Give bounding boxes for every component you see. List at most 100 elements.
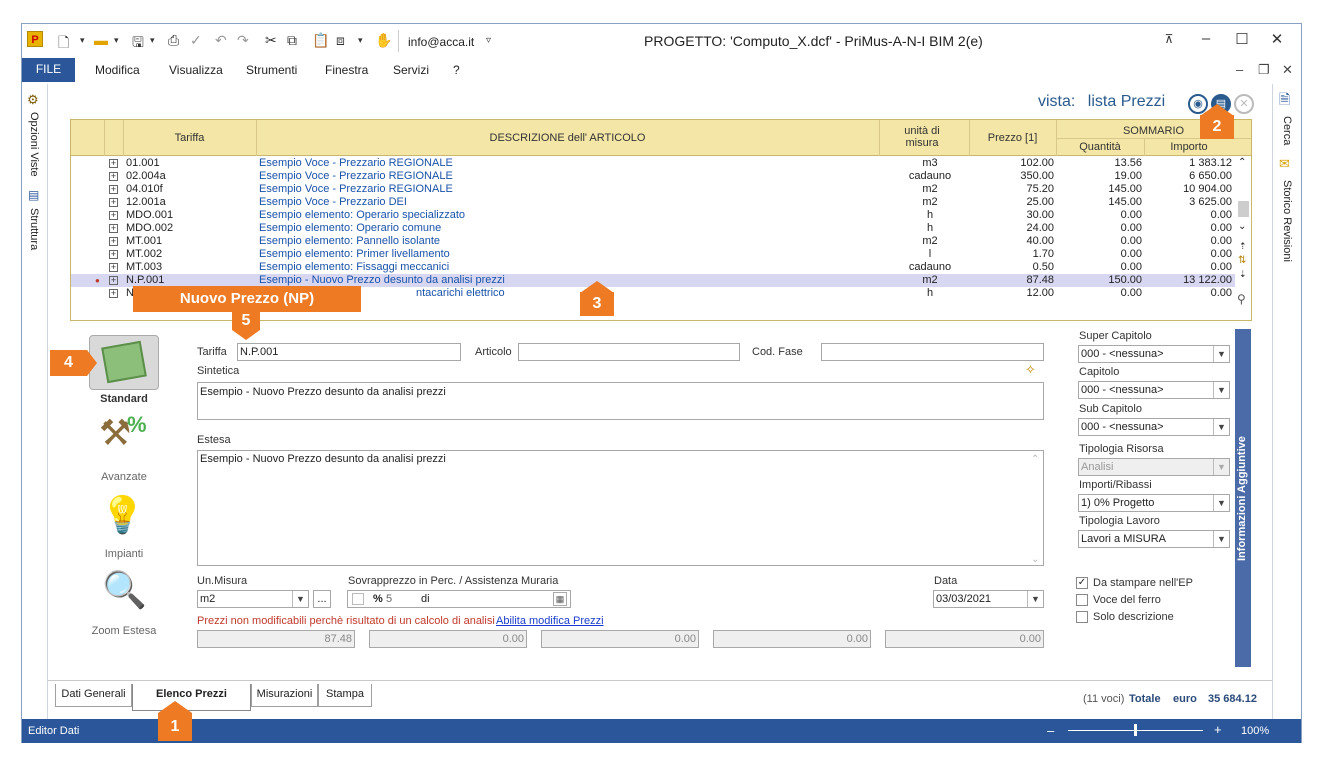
grid-row[interactable]: +12.001a Esempio Voce - Prezzario DEI m2 25… xyxy=(71,196,1235,209)
tariffa-input[interactable]: N.P.001 xyxy=(237,343,461,361)
expand-icon[interactable]: + xyxy=(109,159,118,168)
sintetica-textarea[interactable]: Esempio - Nuovo Prezzo desunto da analis… xyxy=(197,382,1044,420)
save-icon[interactable]: 🖫 xyxy=(132,32,144,56)
undo-icon[interactable]: ↶ xyxy=(215,32,227,49)
header-descrizione[interactable]: DESCRIZIONE dell' ARTICOLO xyxy=(256,132,879,144)
structure-icon[interactable]: ▤ xyxy=(28,188,39,202)
header-unita[interactable]: unità di misura xyxy=(887,125,957,149)
expand-icon[interactable]: + xyxy=(109,289,118,298)
expand-icon[interactable]: + xyxy=(109,224,118,233)
touch-mode-icon[interactable]: ✋ xyxy=(375,32,392,49)
sub-capitolo-select[interactable]: 000 - <nessuna> ▼ xyxy=(1078,418,1230,436)
expand-icon[interactable]: + xyxy=(109,250,118,259)
maximize-button[interactable]: ☐ xyxy=(1232,30,1252,48)
cod-fase-input[interactable] xyxy=(821,343,1044,361)
capitolo-select[interactable]: 000 - <nessuna> ▼ xyxy=(1078,381,1230,399)
view-selector[interactable]: vista: lista Prezzi xyxy=(1038,93,1165,111)
paste-dropdown-icon[interactable]: ▾ xyxy=(358,35,363,46)
chevron-down-icon[interactable]: ▼ xyxy=(1213,419,1229,435)
stampare-ep-checkbox[interactable]: ✓ xyxy=(1076,577,1088,589)
chevron-down-icon[interactable]: ▼ xyxy=(1213,382,1229,398)
zoom-out-icon[interactable]: – xyxy=(1047,723,1054,738)
estesa-scroll-down-icon[interactable]: ⌄ xyxy=(1031,554,1039,565)
close-button[interactable]: ✕ xyxy=(1267,30,1287,48)
grid-row[interactable]: + MT.003 Esempio elemento: Fissaggi meccan… xyxy=(71,261,1235,274)
search-panel-icon[interactable]: 🗎 xyxy=(1279,89,1290,113)
redo-icon[interactable]: ↷ xyxy=(237,32,249,49)
open-folder-icon[interactable]: ▬ xyxy=(94,32,108,48)
zoom-level[interactable]: 100% xyxy=(1241,725,1269,737)
view-options-icon[interactable]: ⚙ xyxy=(27,92,39,108)
paste-special-icon[interactable]: ⧈ xyxy=(336,32,345,49)
header-tariffa[interactable]: Tariffa xyxy=(123,132,256,144)
grid-row[interactable]: +04.010f Esempio Voce - Prezzario REGIONA… xyxy=(71,183,1235,196)
estesa-scroll-up-icon[interactable]: ⌃ xyxy=(1031,454,1039,465)
chevron-down-icon[interactable]: ▼ xyxy=(1213,346,1229,362)
open-dropdown-icon[interactable]: ▾ xyxy=(114,35,119,46)
grid-row[interactable]: +02.004a Esempio Voce - Prezzario REGIONA… xyxy=(71,170,1235,183)
save-dropdown-icon[interactable]: ▾ xyxy=(150,35,155,46)
super-capitolo-select[interactable]: 000 - <nessuna> ▼ xyxy=(1078,345,1230,363)
menu-servizi[interactable]: Servizi xyxy=(393,63,429,77)
expand-icon[interactable]: + xyxy=(109,237,118,246)
sovrapprezzo-value[interactable]: 5 xyxy=(386,591,392,607)
scroll-down-icon[interactable]: ⌄ xyxy=(1238,221,1246,232)
expand-icon[interactable]: + xyxy=(109,276,118,285)
zoom-in-icon[interactable]: + xyxy=(1214,722,1222,737)
opzioni-viste-tab[interactable]: Opzioni Viste xyxy=(28,112,40,177)
info-aggiuntive-panel-tab[interactable]: Informazioni Aggiuntive xyxy=(1235,329,1251,667)
tab-dati-generali[interactable]: Dati Generali xyxy=(55,684,132,707)
menu-help[interactable]: ? xyxy=(453,63,460,77)
zoom-search-icon[interactable]: ⚲ xyxy=(1237,292,1246,306)
tab-misurazioni[interactable]: Misurazioni xyxy=(251,684,318,707)
new-dropdown-icon[interactable]: ▾ xyxy=(80,35,85,46)
chevron-down-icon[interactable]: ▼ xyxy=(1213,531,1229,547)
zoom-magnifier-icon[interactable]: 🔍 xyxy=(102,569,147,611)
zoom-slider-thumb[interactable] xyxy=(1134,724,1137,736)
expand-icon[interactable]: + xyxy=(109,172,118,181)
sovrapprezzo-checkbox[interactable] xyxy=(352,593,364,605)
calculator-icon[interactable]: ▦ xyxy=(553,592,567,606)
enable-price-edit-link[interactable]: Abilita modifica Prezzi xyxy=(496,615,604,627)
mdi-restore-icon[interactable]: ❐ xyxy=(1258,62,1270,78)
header-importo[interactable]: Importo xyxy=(1144,141,1234,153)
importi-ribassi-select[interactable]: 1) 0% Progetto ▼ xyxy=(1078,494,1230,512)
spellcheck-icon[interactable]: ✓ xyxy=(190,32,202,49)
file-menu-button[interactable]: FILE xyxy=(22,58,75,82)
move-up-icon[interactable]: ⇡ xyxy=(1239,241,1247,252)
menu-visualizza[interactable]: Visualizza xyxy=(169,63,223,77)
cerca-tab[interactable]: Cerca xyxy=(1281,116,1293,145)
menu-strumenti[interactable]: Strumenti xyxy=(246,63,297,77)
cut-icon[interactable]: ✂ xyxy=(265,32,277,49)
move-down-icon[interactable]: ⇣ xyxy=(1239,269,1247,280)
chevron-down-icon[interactable]: ▼ xyxy=(292,591,308,607)
tab-stampa[interactable]: Stampa xyxy=(318,684,372,707)
expand-icon[interactable]: + xyxy=(109,198,118,207)
unmisura-select[interactable]: m2 ▼ xyxy=(197,590,309,608)
solo-descrizione-checkbox[interactable] xyxy=(1076,611,1088,623)
grid-scrollbar[interactable]: ⌃ ⌄ ⇡ ⇅ ⇣ ⚲ xyxy=(1236,157,1251,320)
copy-icon[interactable]: ⧉ xyxy=(287,32,297,49)
mdi-minimize-icon[interactable]: – xyxy=(1236,62,1243,77)
mdi-close-icon[interactable]: ✕ xyxy=(1282,62,1293,78)
chevron-down-icon[interactable]: ▼ xyxy=(1213,495,1229,511)
voce-ferro-checkbox[interactable] xyxy=(1076,594,1088,606)
scroll-up-icon[interactable]: ⌃ xyxy=(1238,157,1246,168)
header-prezzo[interactable]: Prezzo [1] xyxy=(969,132,1056,144)
revision-history-icon[interactable]: ✉ xyxy=(1279,156,1290,172)
expand-icon[interactable]: + xyxy=(109,263,118,272)
struttura-tab[interactable]: Struttura xyxy=(28,208,40,250)
paste-icon[interactable]: 📋 xyxy=(312,32,329,49)
magic-wand-icon[interactable]: ✧ xyxy=(1025,362,1036,378)
grid-row[interactable]: + MDO.001 Esempio elemento: Operario speci… xyxy=(71,209,1235,222)
scroll-thumb[interactable] xyxy=(1238,201,1249,217)
ribbon-display-icon[interactable]: ⊼ xyxy=(1159,32,1179,46)
expand-icon[interactable]: + xyxy=(109,211,118,220)
data-picker[interactable]: 03/03/2021 ▼ xyxy=(933,590,1044,608)
chevron-down-icon[interactable]: ▼ xyxy=(1027,591,1043,607)
tipologia-lavoro-select[interactable]: Lavori a MISURA ▼ xyxy=(1078,530,1230,548)
customize-toolbar-icon[interactable]: ▿ xyxy=(486,35,491,46)
print-icon[interactable]: ⎙ xyxy=(168,32,179,49)
grid-row[interactable]: +01.001 Esempio Voce - Prezzario REGIONAL… xyxy=(71,157,1235,170)
menu-finestra[interactable]: Finestra xyxy=(325,63,368,77)
